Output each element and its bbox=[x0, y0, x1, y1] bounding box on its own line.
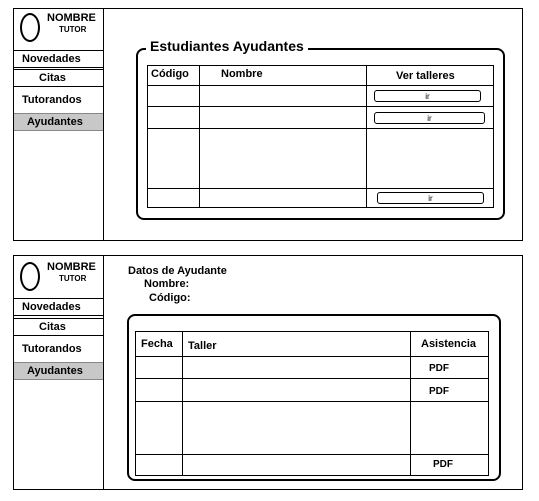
profile-name: NOMBRE bbox=[47, 261, 96, 273]
pdf-link[interactable]: PDF bbox=[433, 459, 453, 470]
sidebar-item-label: Tutorandos bbox=[22, 343, 82, 355]
sidebar-item-citas[interactable]: Citas bbox=[14, 318, 103, 336]
avatar bbox=[20, 262, 40, 291]
column-header-taller: Taller bbox=[188, 340, 217, 352]
codigo-label: Código: bbox=[149, 292, 191, 304]
bottom-panel: NOMBRE TUTOR Novedades Citas Tutorandos … bbox=[13, 255, 523, 490]
sidebar-item-label: Citas bbox=[39, 72, 66, 84]
ir-button[interactable]: ir bbox=[374, 112, 485, 124]
column-header-codigo: Código bbox=[151, 68, 189, 80]
pdf-link[interactable]: PDF bbox=[429, 386, 449, 397]
sidebar-item-ayudantes[interactable]: Ayudantes bbox=[14, 113, 103, 131]
workshops-table: Fecha Taller Asistencia PDF PDF PDF bbox=[135, 331, 489, 476]
sidebar-item-label: Novedades bbox=[22, 301, 81, 313]
nombre-label: Nombre: bbox=[144, 278, 190, 290]
sidebar-item-label: Citas bbox=[39, 321, 66, 333]
sidebar-item-novedades[interactable]: Novedades bbox=[14, 50, 103, 68]
detail-title: Datos de Ayudante bbox=[128, 265, 227, 277]
column-header-fecha: Fecha bbox=[141, 338, 173, 350]
sidebar-item-citas[interactable]: Citas bbox=[14, 69, 103, 87]
students-table: Código Nombre Ver talleres ir ir ir bbox=[147, 65, 494, 208]
sidebar-item-label: Tutorandos bbox=[22, 94, 82, 106]
profile-name: NOMBRE bbox=[47, 12, 96, 24]
column-header-nombre: Nombre bbox=[221, 68, 263, 80]
sidebar-item-label: Novedades bbox=[22, 53, 81, 65]
pdf-link[interactable]: PDF bbox=[429, 363, 449, 374]
profile: NOMBRE TUTOR bbox=[14, 9, 103, 48]
ir-button[interactable]: ir bbox=[374, 90, 481, 102]
sidebar-item-label: Ayudantes bbox=[27, 365, 83, 377]
avatar bbox=[20, 13, 40, 42]
column-header-asistencia: Asistencia bbox=[421, 338, 477, 350]
profile-role: TUTOR bbox=[59, 274, 87, 283]
sidebar-item-label: Ayudantes bbox=[27, 116, 83, 128]
sidebar-item-tutorandos[interactable]: Tutorandos bbox=[14, 91, 103, 109]
profile-role: TUTOR bbox=[59, 25, 87, 34]
top-panel: NOMBRE TUTOR Novedades Citas Tutorandos … bbox=[13, 8, 523, 241]
column-header-ver-talleres: Ver talleres bbox=[396, 70, 455, 82]
profile: NOMBRE TUTOR bbox=[14, 256, 103, 295]
sidebar-item-novedades[interactable]: Novedades bbox=[14, 298, 103, 316]
sidebar: NOMBRE TUTOR Novedades Citas Tutorandos … bbox=[14, 256, 104, 489]
sidebar: NOMBRE TUTOR Novedades Citas Tutorandos … bbox=[14, 9, 104, 240]
group-title: Estudiantes Ayudantes bbox=[146, 38, 308, 54]
sidebar-item-tutorandos[interactable]: Tutorandos bbox=[14, 340, 103, 358]
ir-button[interactable]: ir bbox=[377, 192, 484, 204]
sidebar-item-ayudantes[interactable]: Ayudantes bbox=[14, 362, 103, 380]
